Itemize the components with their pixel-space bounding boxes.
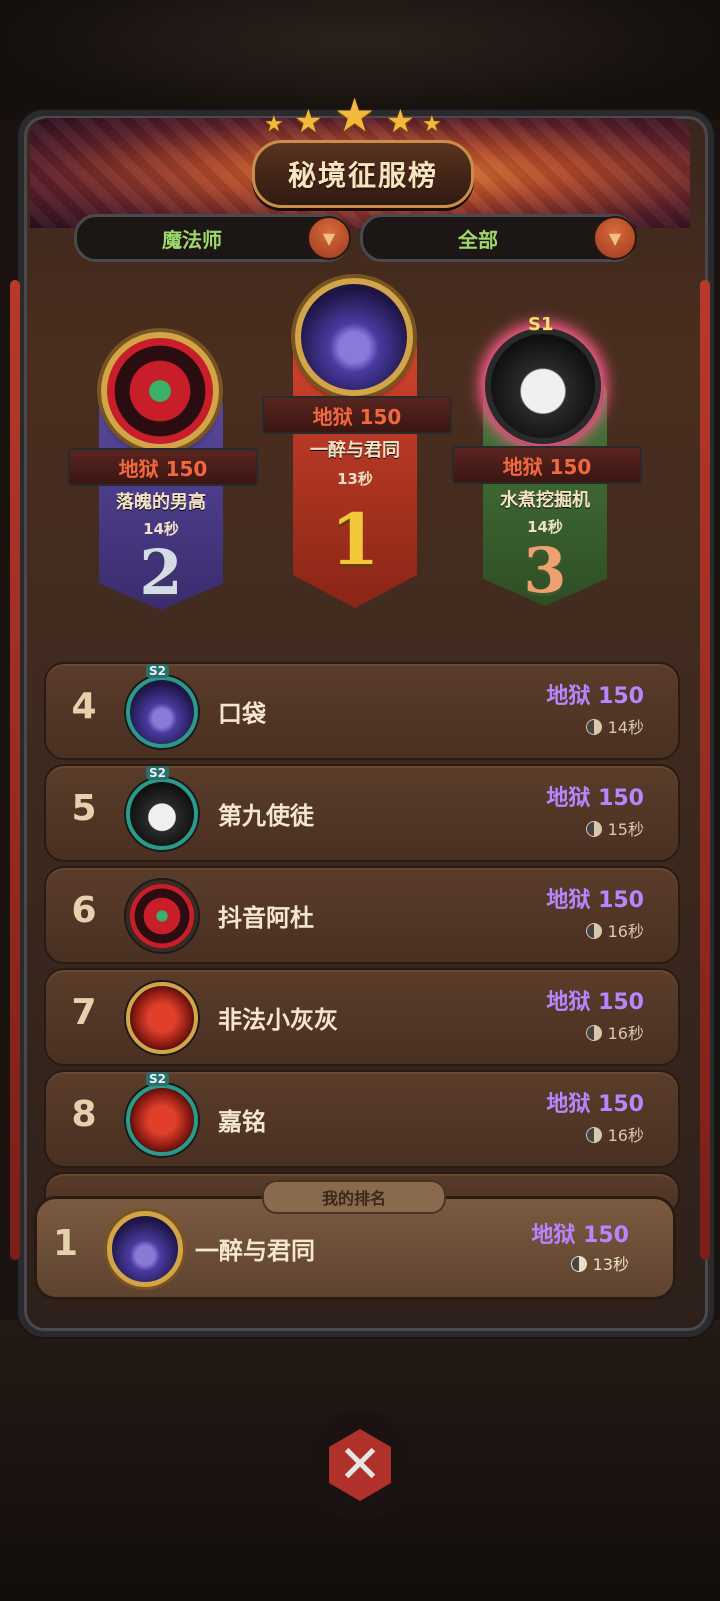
podium-rank-number: 1 [330, 498, 380, 581]
close-button[interactable]: ✕ [305, 1410, 415, 1520]
player-name: 第九使徒 [218, 802, 314, 830]
close-icon: ✕ [329, 1429, 391, 1501]
player-name: 非法小灰灰 [218, 1006, 338, 1034]
score-value: 地狱 150 [546, 684, 644, 709]
chevron-down-icon[interactable]: ▼ [307, 216, 351, 260]
time-value: 16秒 [607, 1126, 644, 1145]
clock-icon [585, 1127, 602, 1143]
rating-stars: ★ ★ ★ ★ ★ [260, 88, 460, 142]
season-badge: S2 [146, 766, 169, 780]
star-icon: ★ [386, 102, 415, 140]
clock-icon [585, 821, 602, 837]
left-rail [10, 280, 20, 1260]
score-ribbon: 地狱 150 [262, 396, 452, 434]
class-filter-dropdown[interactable]: 魔法师 ▼ [74, 214, 351, 262]
rank-number: 5 [71, 788, 97, 829]
my-player-name: 一醉与君同 [195, 1237, 315, 1265]
score-value: 地狱 150 [546, 888, 644, 913]
clock-icon [585, 719, 602, 735]
clock-icon [585, 1025, 602, 1041]
star-icon: ★ [334, 88, 376, 142]
podium-rank-3[interactable]: S1 地狱 150 水煮挖掘机 14秒 3 [452, 314, 642, 618]
my-score: 地狱 150 [531, 1223, 629, 1248]
podium-score: 地狱 150 [312, 404, 402, 429]
player-name: 口袋 [218, 700, 266, 728]
avatar [126, 1084, 198, 1156]
avatar [107, 1211, 183, 1287]
list-item[interactable]: 7 非法小灰灰 地狱 150 16秒 [44, 968, 680, 1066]
star-icon: ★ [422, 112, 442, 137]
time-value: 15秒 [607, 820, 644, 839]
avatar [101, 332, 219, 450]
podium-player-name: 一醉与君同 [310, 440, 400, 461]
my-rank-tag-label: 我的排名 [321, 1189, 386, 1208]
rank-number: 4 [71, 686, 97, 727]
score-value: 地狱 150 [546, 990, 644, 1015]
class-filter-value: 魔法师 [162, 227, 222, 252]
star-icon: ★ [294, 102, 323, 140]
rank-number: 6 [71, 890, 97, 931]
podium-player-name: 水煮挖掘机 [500, 490, 590, 511]
clock-icon [570, 1256, 587, 1272]
player-name: 嘉铭 [218, 1108, 266, 1136]
list-item[interactable]: 5 S2 第九使徒 地狱 150 15秒 [44, 764, 680, 862]
list-item[interactable]: 4 S2 口袋 地狱 150 14秒 [44, 662, 680, 760]
score-ribbon: 地狱 150 [68, 448, 258, 486]
podium-rank-2[interactable]: 地狱 150 落魄的男高 14秒 2 [68, 330, 258, 620]
chevron-down-icon[interactable]: ▼ [593, 216, 637, 260]
star-icon: ★ [264, 112, 284, 137]
season-badge: S2 [146, 1072, 169, 1086]
scope-filter-dropdown[interactable]: 全部 ▼ [360, 214, 637, 262]
my-time: 13秒 [592, 1255, 629, 1274]
clock-icon [585, 923, 602, 939]
time-value: 16秒 [607, 922, 644, 941]
score-ribbon: 地狱 150 [452, 446, 642, 484]
season-badge: S2 [146, 664, 169, 678]
my-rank-number: 1 [53, 1223, 79, 1264]
podium-score: 地狱 150 [502, 454, 592, 479]
rank-number: 8 [71, 1094, 97, 1135]
scope-filter-value: 全部 [458, 227, 498, 252]
page-title: 秘境征服榜 [252, 140, 474, 208]
avatar [485, 328, 601, 444]
score-value: 地狱 150 [546, 1092, 644, 1117]
avatar [126, 880, 198, 952]
podium-player-name: 落魄的男高 [116, 492, 206, 513]
avatar [295, 278, 413, 396]
score-value: 地狱 150 [546, 786, 644, 811]
time-value: 16秒 [607, 1024, 644, 1043]
podium-score: 地狱 150 [118, 456, 208, 481]
right-rail [700, 280, 710, 1260]
player-name: 抖音阿杜 [218, 904, 314, 932]
time-value: 14秒 [607, 718, 644, 737]
podium-rank-1[interactable]: 地狱 150 一醉与君同 13秒 1 [262, 278, 452, 608]
list-item[interactable]: 8 S2 嘉铭 地狱 150 16秒 [44, 1070, 680, 1168]
avatar [126, 676, 198, 748]
rank-number: 7 [71, 992, 97, 1033]
podium-rank-number: 2 [139, 536, 183, 609]
my-rank-tag: 我的排名 [262, 1180, 446, 1214]
podium-rank-number: 3 [523, 534, 567, 607]
list-item[interactable]: 6 抖音阿杜 地狱 150 16秒 [44, 866, 680, 964]
podium-time: 13秒 [337, 470, 373, 488]
page-title-text: 秘境征服榜 [287, 159, 438, 192]
avatar [126, 982, 198, 1054]
season-badge: S1 [528, 314, 554, 335]
avatar [126, 778, 198, 850]
